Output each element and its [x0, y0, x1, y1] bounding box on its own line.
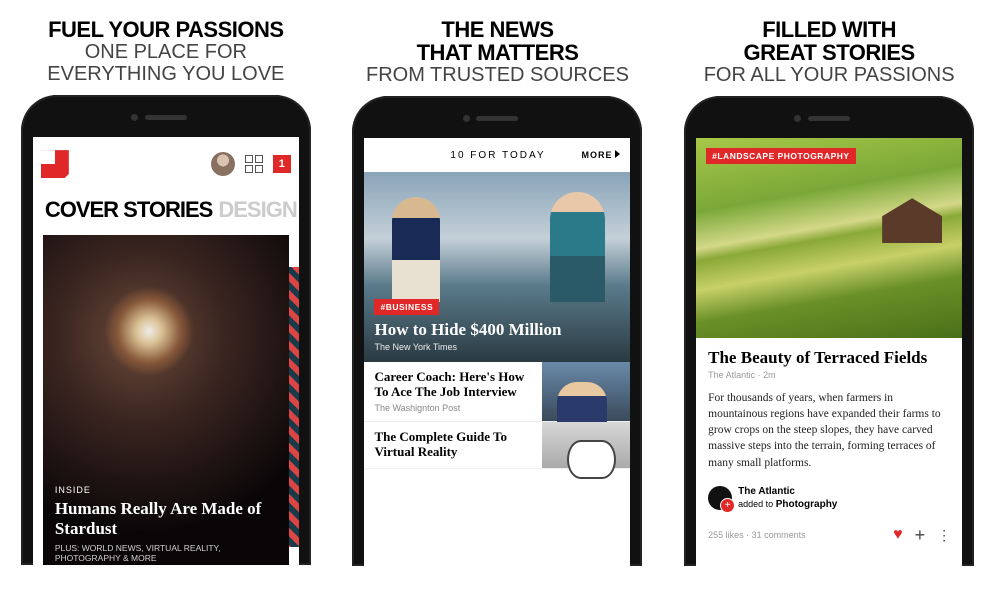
article-body: The Beauty of Terraced Fields The Atlant… [696, 338, 962, 520]
headline-1: FUEL YOUR PASSIONS ONE PLACE FOR EVERYTH… [47, 18, 284, 85]
tab-design[interactable]: DESIGN TECH [218, 197, 298, 222]
article-title: The Beauty of Terraced Fields [708, 348, 950, 368]
article-subtitle: PLUS: WORLD NEWS, VIRTUAL REALITY, PHOTO… [55, 543, 277, 563]
article-title: Humans Really Are Made of Stardust [55, 499, 277, 539]
more-link[interactable]: MORE [581, 150, 620, 160]
add-icon[interactable]: + [915, 525, 926, 546]
phone-frame-1: 1 COVER STORIESDESIGN TECH INSIDE Humans… [21, 95, 311, 565]
more-icon[interactable]: ⋮ [937, 527, 950, 544]
screen-2: 10 FOR TODAY MORE #BUSINESS How to Hide … [364, 138, 630, 566]
author-card[interactable]: The Atlantic added to Photography [708, 485, 950, 511]
screen-1: 1 COVER STORIESDESIGN TECH INSIDE Humans… [33, 137, 299, 565]
article-kicker: INSIDE [55, 485, 277, 495]
article-meta: The Atlantic · 2m [708, 370, 950, 380]
header-bar: 10 FOR TODAY MORE [364, 138, 630, 172]
row-thumbnail [542, 362, 630, 421]
header-title: 10 FOR TODAY [374, 150, 581, 161]
row-source: The Washignton Post [374, 403, 532, 413]
topic-tag[interactable]: #LANDSCAPE PHOTOGRAPHY [706, 148, 855, 164]
phone-frame-2: 10 FOR TODAY MORE #BUSINESS How to Hide … [352, 96, 642, 566]
row-title: Career Coach: Here's How To Ace The Job … [374, 370, 532, 400]
list-item[interactable]: The Complete Guide To Virtual Reality [364, 422, 630, 469]
headline-3: FILLED WITH GREAT STORIES FOR ALL YOUR P… [704, 18, 955, 86]
promo-column-2: THE NEWS THAT MATTERS FROM TRUSTED SOURC… [347, 18, 647, 596]
headline-2: THE NEWS THAT MATTERS FROM TRUSTED SOURC… [366, 18, 629, 86]
hero-image[interactable]: #LANDSCAPE PHOTOGRAPHY [696, 138, 962, 338]
tab-cover-stories[interactable]: COVER STORIES [45, 197, 213, 222]
article-footer: 255 likes · 31 comments ♥ + ⋮ [696, 521, 962, 550]
grid-icon[interactable] [245, 155, 263, 173]
promo-column-3: FILLED WITH GREAT STORIES FOR ALL YOUR P… [679, 18, 979, 596]
phone-frame-3: #LANDSCAPE PHOTOGRAPHY The Beauty of Ter… [684, 96, 974, 566]
feature-source: The New York Times [374, 342, 620, 352]
chevron-right-icon [615, 150, 620, 158]
screen-3: #LANDSCAPE PHOTOGRAPHY The Beauty of Ter… [696, 138, 962, 566]
feature-article[interactable]: #BUSINESS How to Hide $400 Million The N… [364, 172, 630, 362]
notification-badge[interactable]: 1 [273, 155, 291, 173]
top-bar: 1 [33, 137, 299, 191]
topic-tag[interactable]: #BUSINESS [374, 299, 439, 315]
stats: 255 likes · 31 comments [708, 530, 806, 540]
avatar[interactable] [211, 152, 235, 176]
section-tabs[interactable]: COVER STORIESDESIGN TECH [33, 191, 299, 231]
article-excerpt: For thousands of years, when farmers in … [708, 390, 950, 470]
feature-title: How to Hide $400 Million [374, 320, 620, 340]
author-avatar[interactable] [708, 486, 732, 510]
author-text: The Atlantic added to Photography [738, 485, 837, 511]
flipboard-logo-icon[interactable] [41, 150, 69, 178]
list-item[interactable]: Career Coach: Here's How To Ace The Job … [364, 362, 630, 422]
cover-article[interactable]: INSIDE Humans Really Are Made of Stardus… [43, 235, 289, 565]
row-title: The Complete Guide To Virtual Reality [374, 430, 532, 460]
heart-icon[interactable]: ♥ [893, 526, 903, 544]
promo-column-1: FUEL YOUR PASSIONS ONE PLACE FOR EVERYTH… [16, 18, 316, 596]
row-thumbnail [542, 422, 630, 468]
